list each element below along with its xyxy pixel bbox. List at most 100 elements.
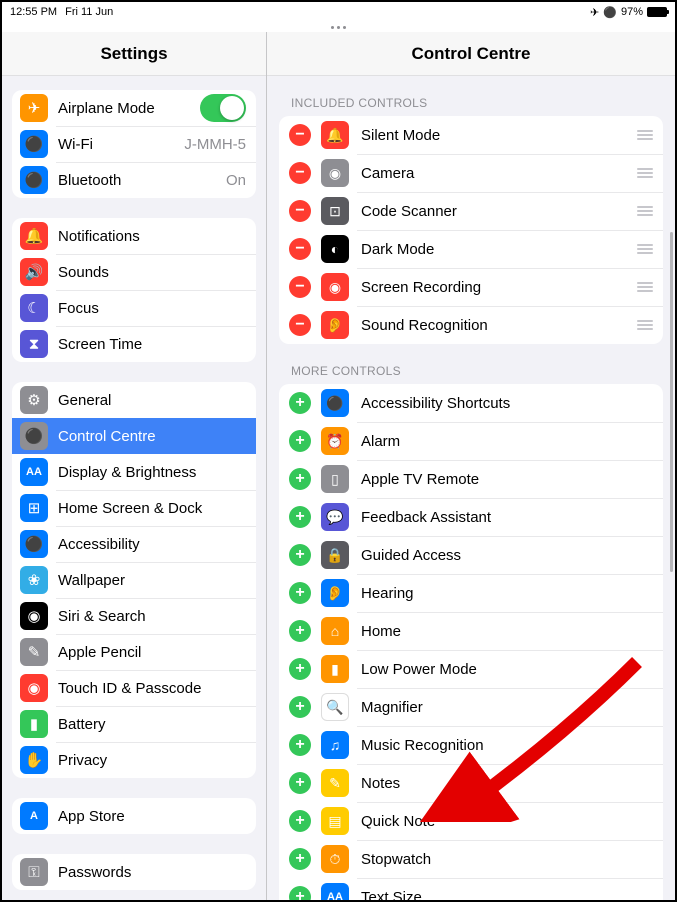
sidebar-item-touch-id-passcode[interactable]: ◉ Touch ID & Passcode [12,670,256,706]
drag-handle-icon[interactable] [637,282,653,292]
control-row-code-scanner[interactable]: −⊡Code Scanner [279,192,663,230]
dark-icon: ◐ [321,235,349,263]
add-button[interactable]: + [289,582,311,604]
control-row-hearing[interactable]: + 👂 Hearing [279,574,663,612]
sidebar-item-siri-search[interactable]: ◉ Siri & Search [12,598,256,634]
remove-button[interactable]: − [289,200,311,222]
control-row-screen-recording[interactable]: −◉Screen Recording [279,268,663,306]
siri-icon: ◉ [20,602,48,630]
add-button[interactable]: + [289,658,311,680]
sidebar-item-home-screen-dock[interactable]: ⊞Home Screen & Dock [12,490,256,526]
control-row-dark-mode[interactable]: −◐Dark Mode [279,230,663,268]
sidebar-item-screen-time[interactable]: ⧗Screen Time [12,326,256,362]
scan-icon: ⊡ [321,197,349,225]
section-header: MORE CONTROLS [291,364,663,378]
control-row-home[interactable]: +⌂Home [279,612,663,650]
control-row-camera[interactable]: −◉Camera [279,154,663,192]
tv-icon: ▯ [321,465,349,493]
add-button[interactable]: + [289,734,311,756]
multitask-dots[interactable] [2,22,675,32]
moon-icon: ☾ [20,294,48,322]
control-row-guided-access[interactable]: +🔒Guided Access [279,536,663,574]
sidebar-item-focus[interactable]: ☾Focus [12,290,256,326]
hear-icon: 👂 [321,579,349,607]
sidebar-item-notifications[interactable]: 🔔Notifications [12,218,256,254]
control-row-silent-mode[interactable]: −🔔Silent Mode [279,116,663,154]
control-label: Low Power Mode [361,661,653,678]
add-button[interactable]: + [289,544,311,566]
drag-handle-icon[interactable] [637,320,653,330]
ctrl-icon: ⚫ [20,422,48,450]
add-button[interactable]: + [289,506,311,528]
control-row-accessibility-shortcuts[interactable]: + ⚫ Accessibility Shortcuts [279,384,663,422]
sidebar-item-control-centre[interactable]: ⚫Control Centre [12,418,256,454]
remove-button[interactable]: − [289,276,311,298]
control-label: Screen Recording [361,279,637,296]
drag-handle-icon[interactable] [637,130,653,140]
spk-icon: 🔊 [20,258,48,286]
add-button[interactable]: + [289,772,311,794]
control-row-quick-note[interactable]: +▤Quick Note [279,802,663,840]
add-button[interactable]: + [289,886,311,900]
sidebar-item-label: Battery [58,716,246,733]
sidebar-item-general[interactable]: ⚙General [12,382,256,418]
drag-handle-icon[interactable] [637,206,653,216]
sidebar-item-label: General [58,392,246,409]
touch-icon: ◉ [20,674,48,702]
sidebar-item-bluetooth[interactable]: ⚫BluetoothOn [12,162,256,198]
remove-button[interactable]: − [289,162,311,184]
detail-scroll[interactable]: INCLUDED CONTROLS−🔔Silent Mode−◉Camera−⊡… [267,76,675,900]
sidebar-item-wi-fi[interactable]: ⚫Wi-FiJ-MMH-5 [12,126,256,162]
drag-handle-icon[interactable] [637,244,653,254]
control-row-feedback-assistant[interactable]: +💬Feedback Assistant [279,498,663,536]
remove-button[interactable]: − [289,238,311,260]
sidebar-item-battery[interactable]: ▮Battery [12,706,256,742]
control-row-alarm[interactable]: +⏰Alarm [279,422,663,460]
drag-handle-icon[interactable] [637,168,653,178]
control-row-notes[interactable]: +✎Notes [279,764,663,802]
sidebar-item-label: Siri & Search [58,608,246,625]
status-bar: 12:55 PM Fri 11 Jun ✈ ⚫ 97% [2,2,675,22]
remove-button[interactable]: − [289,314,311,336]
control-label: Home [361,623,653,640]
sidebar-item-wallpaper[interactable]: ❀Wallpaper [12,562,256,598]
control-row-text-size[interactable]: +AAText Size [279,878,663,900]
sidebar-item-display-brightness[interactable]: AADisplay & Brightness [12,454,256,490]
control-label: Hearing [361,585,653,602]
add-button[interactable]: + [289,810,311,832]
sidebar-item-apple-pencil[interactable]: ✎Apple Pencil [12,634,256,670]
sidebar-item-label: Accessibility [58,536,246,553]
control-label: Notes [361,775,653,792]
sidebar-scroll[interactable]: ✈Airplane Mode⚫Wi-FiJ-MMH-5⚫BluetoothOn 🔔… [2,76,266,900]
sidebar-item-airplane-mode[interactable]: ✈Airplane Mode [12,90,256,126]
qnote-icon: ▤ [321,807,349,835]
control-row-music-recognition[interactable]: +♫Music Recognition [279,726,663,764]
acc-icon: ⚫ [321,389,349,417]
sidebar-item-privacy[interactable]: ✋Privacy [12,742,256,778]
add-button[interactable]: + [289,696,311,718]
sidebar-item-accessibility[interactable]: ⚫Accessibility [12,526,256,562]
control-row-low-power-mode[interactable]: +▮Low Power Mode [279,650,663,688]
control-row-magnifier[interactable]: +🔍Magnifier [279,688,663,726]
AA-icon: AA [20,458,48,486]
sidebar-item-label: Airplane Mode [58,100,200,117]
add-button[interactable]: + [289,468,311,490]
sidebar-item-label: Wallpaper [58,572,246,589]
sidebar-item-app-store[interactable]: AApp Store [12,798,256,834]
add-button[interactable]: + [289,848,311,870]
control-row-apple-tv-remote[interactable]: +▯Apple TV Remote [279,460,663,498]
control-row-stopwatch[interactable]: +⏱Stopwatch [279,840,663,878]
sidebar-item-label: Sounds [58,264,246,281]
add-button[interactable]: + [289,392,311,414]
control-label: Accessibility Shortcuts [361,395,653,412]
control-row-sound-recognition[interactable]: −👂Sound Recognition [279,306,663,344]
add-button[interactable]: + [289,430,311,452]
remove-button[interactable]: − [289,124,311,146]
sidebar-item-label: Touch ID & Passcode [58,680,246,697]
sidebar-item-sounds[interactable]: 🔊 Sounds [12,254,256,290]
sidebar-item-passwords[interactable]: ⚿Passwords [12,854,256,890]
wifi-status-icon: ⚫ [603,6,617,19]
control-label: Camera [361,165,637,182]
add-button[interactable]: + [289,620,311,642]
toggle-airplane-mode[interactable] [200,94,246,122]
